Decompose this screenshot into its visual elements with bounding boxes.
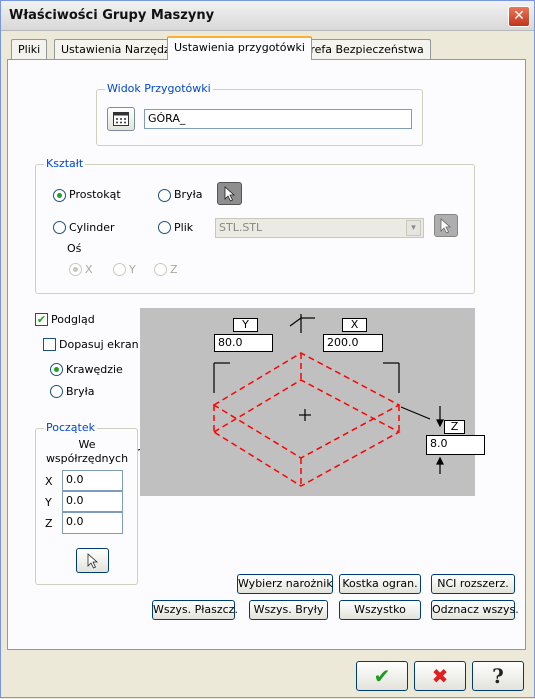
bounding-box-button[interactable]: Kostka ogran.: [339, 574, 421, 594]
stock-x-label: X: [342, 318, 367, 332]
all-solids-button[interactable]: Wszys. Bryły: [249, 600, 328, 620]
tab-stock-settings[interactable]: Ustawienia przygotówki: [167, 36, 312, 60]
stock-z-field[interactable]: 8.0: [426, 435, 485, 455]
question-mark-icon: ?: [492, 664, 504, 688]
deselect-all-button[interactable]: Odznacz wszys.: [431, 600, 519, 620]
x-mark-icon: ✖: [431, 664, 449, 688]
cancel-button[interactable]: ✖: [414, 661, 466, 691]
stock-y-label: Y: [233, 318, 258, 332]
all-surfaces-button[interactable]: Wszys. Płaszcz.: [152, 600, 238, 620]
select-corner-button[interactable]: Wybierz narożnik: [237, 574, 333, 594]
stock-wireframe: [212, 314, 444, 487]
stock-x-field[interactable]: 200.0: [323, 334, 383, 352]
stock-z-label: Z: [444, 420, 465, 434]
checkmark-icon: ✔: [373, 664, 391, 688]
select-all-button[interactable]: Wszystko: [339, 600, 421, 620]
nci-extents-button[interactable]: NCI rozszerz.: [431, 574, 515, 594]
help-button[interactable]: ?: [472, 661, 524, 691]
stock-y-field[interactable]: 80.0: [214, 334, 273, 352]
dialog-window: Właściwości Grupy Maszyny ✕ Pliki Ustawi…: [0, 0, 535, 698]
ok-button[interactable]: ✔: [356, 661, 408, 691]
stock-preview: Y 80.0 X 200.0 Z 8.0: [140, 308, 485, 496]
